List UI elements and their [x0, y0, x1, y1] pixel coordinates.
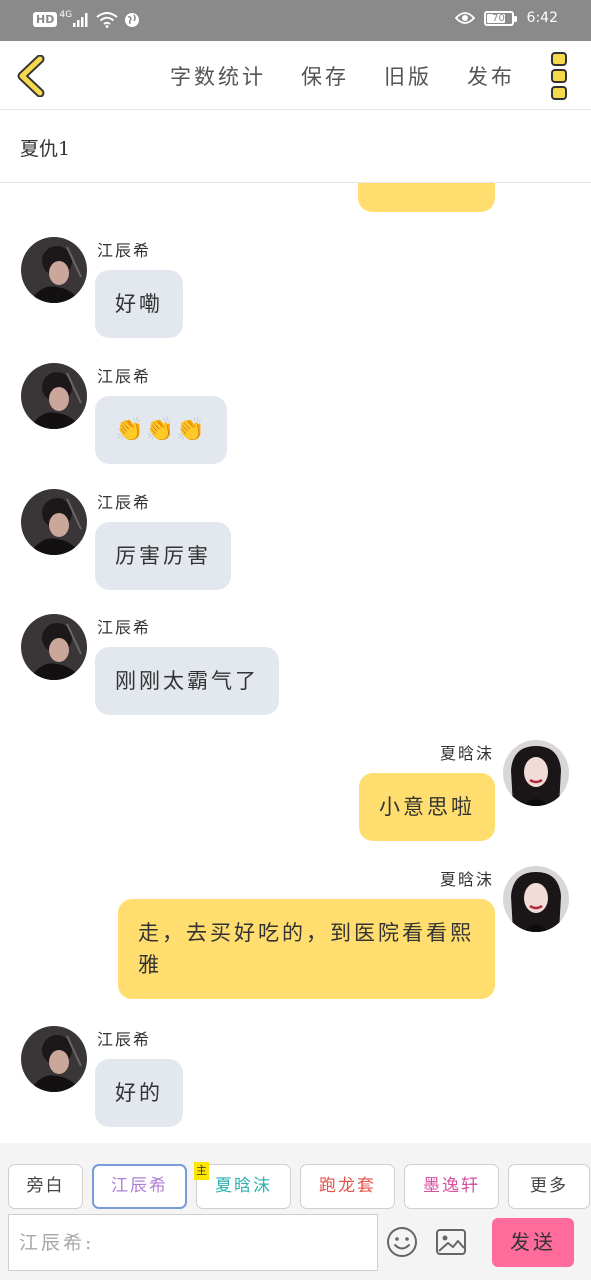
word-count-button[interactable]: 字数统计: [170, 61, 266, 91]
wifi-icon: [96, 12, 118, 28]
sender-name: 江辰希: [97, 367, 152, 386]
message-bubble[interactable]: 👏👏👏: [95, 396, 227, 464]
role-more[interactable]: 更多: [508, 1164, 590, 1209]
chat-title[interactable]: 夏仇1: [20, 134, 70, 161]
main-role-badge: 主: [194, 1162, 209, 1180]
emoji-icon[interactable]: [386, 1226, 418, 1258]
message-bubble[interactable]: 好嘞: [95, 270, 183, 338]
message-bubble[interactable]: 刚刚太霸气了: [95, 647, 279, 715]
role-label: 夏晗沫: [215, 1176, 272, 1196]
role-selector: 旁白 江辰希 主 夏晗沫 跑龙套 墨逸轩 更多: [8, 1162, 590, 1209]
role-narrator[interactable]: 旁白: [8, 1164, 83, 1209]
send-button[interactable]: 发送: [492, 1218, 574, 1267]
image-icon[interactable]: [435, 1227, 467, 1257]
sender-name: 江辰希: [97, 493, 152, 512]
input-row: 发送: [8, 1214, 583, 1272]
app-root: HD 4G 70 6:42 字数统计 保存 旧版 发布 夏仇1 江辰希 好嘞 江…: [0, 0, 591, 1280]
role-pao-longtao[interactable]: 跑龙套: [300, 1164, 395, 1209]
avatar[interactable]: [21, 614, 87, 680]
chat-list[interactable]: 江辰希 好嘞 江辰希 👏👏👏 江辰希 厉害厉害 江辰希 刚刚太霸气了 夏晗沫 小…: [0, 183, 591, 1143]
old-version-button[interactable]: 旧版: [384, 61, 432, 91]
role-label: 江辰希: [111, 1176, 168, 1196]
avatar[interactable]: [21, 489, 87, 555]
sender-name: 江辰希: [97, 1030, 152, 1049]
message-bubble[interactable]: 小意思啦: [359, 773, 495, 841]
status-bar: HD 4G 70 6:42: [0, 0, 591, 41]
battery-icon: 70: [483, 10, 517, 26]
eye-icon: [454, 12, 475, 24]
message-bubble[interactable]: 厉害厉害: [95, 522, 231, 590]
toolbar-actions: 字数统计 保存 旧版 发布: [170, 61, 515, 91]
save-button[interactable]: 保存: [301, 61, 349, 91]
compose-area: 旁白 江辰希 主 夏晗沫 跑龙套 墨逸轩 更多 江辰希: 发送: [0, 1143, 591, 1280]
avatar[interactable]: [21, 1026, 87, 1092]
message-bubble[interactable]: 好的: [95, 1059, 183, 1127]
globe-icon: [125, 12, 140, 27]
publish-button[interactable]: 发布: [467, 61, 515, 91]
status-time: 6:42: [526, 10, 558, 26]
status-left: HD 4G: [33, 9, 140, 28]
hd-badge: HD: [33, 12, 58, 27]
signal-icon: [73, 12, 88, 27]
avatar[interactable]: [503, 740, 569, 806]
network-type: 4G: [59, 9, 73, 20]
avatar[interactable]: [21, 237, 87, 303]
back-arrow-icon[interactable]: [14, 55, 50, 97]
role-mo-yixuan[interactable]: 墨逸轩: [404, 1164, 499, 1209]
sender-name: 江辰希: [97, 241, 152, 260]
message-bubble[interactable]: 走，去买好吃的，到医院看看熙雅: [118, 899, 495, 999]
sender-name: 江辰希: [97, 618, 152, 637]
top-toolbar: 字数统计 保存 旧版 发布: [0, 41, 591, 110]
avatar[interactable]: [503, 866, 569, 932]
partial-message-bubble: [358, 183, 495, 212]
chat-title-bar: 夏仇1: [0, 110, 591, 183]
sender-name: 夏晗沫: [439, 744, 494, 763]
status-right: 70 6:42: [454, 10, 558, 26]
avatar[interactable]: [21, 363, 87, 429]
battery-level: 70: [492, 12, 505, 24]
message-input[interactable]: [8, 1214, 378, 1271]
role-xia-hanmo[interactable]: 主 夏晗沫: [194, 1162, 291, 1209]
more-menu-icon[interactable]: [547, 51, 571, 101]
role-jiang-chenxi[interactable]: 江辰希: [92, 1164, 187, 1209]
sender-name: 夏晗沫: [439, 870, 494, 889]
